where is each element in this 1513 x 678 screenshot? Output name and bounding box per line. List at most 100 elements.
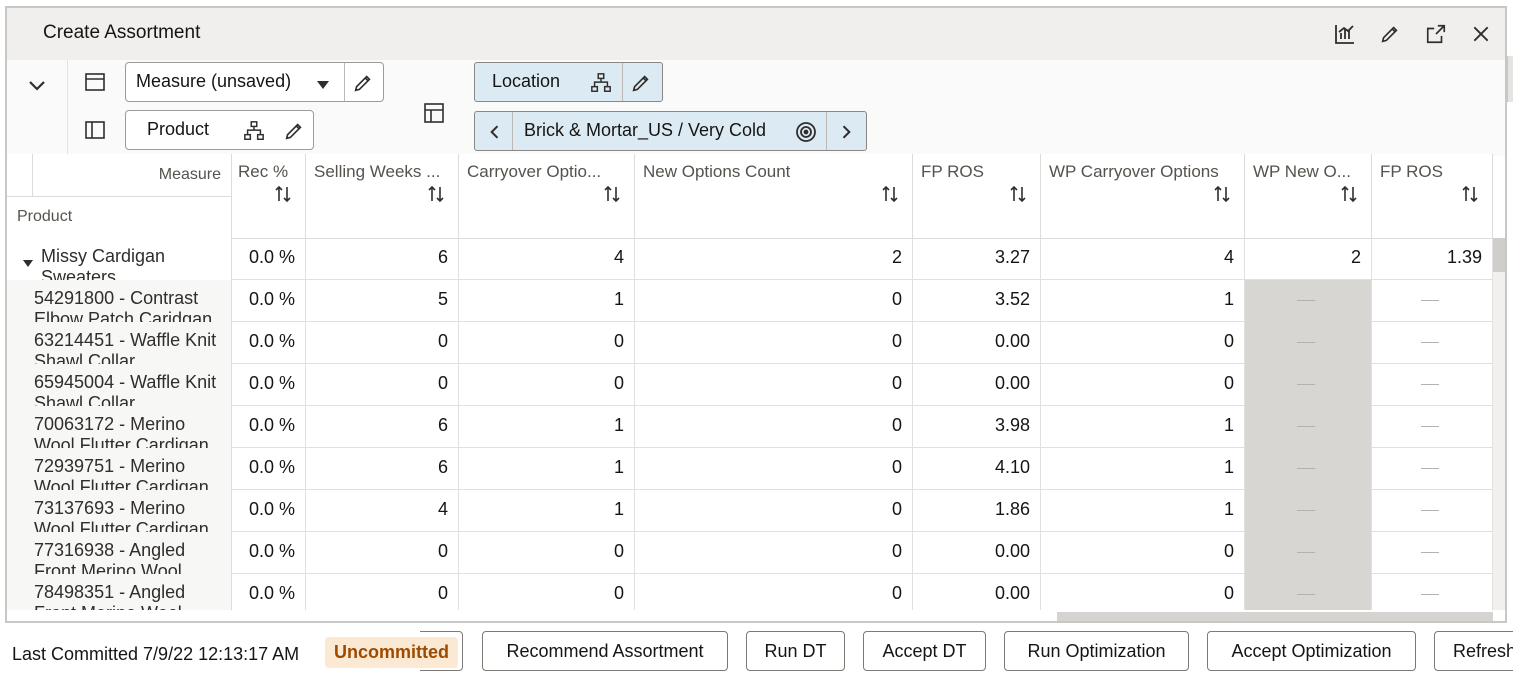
value-cell[interactable]: 0	[635, 448, 913, 490]
sort-icon[interactable]	[1212, 184, 1232, 204]
target-icon[interactable]	[794, 120, 818, 149]
table-row[interactable]: 72939751 - Merino Wool Flutter Cardigan 0…	[7, 448, 1493, 490]
run-optimization-button[interactable]: Run Optimization	[1004, 631, 1189, 671]
value-cell[interactable]: 0	[459, 322, 635, 364]
value-cell[interactable]: 0	[459, 574, 635, 610]
value-cell[interactable]: 6	[306, 238, 459, 280]
value-cell[interactable]: 2	[635, 238, 913, 280]
product-cell[interactable]: 78498351 - Angled Front Merino Wool	[7, 574, 232, 610]
caret-down-icon[interactable]	[316, 77, 330, 95]
horizontal-scrollbar[interactable]	[1057, 612, 1493, 621]
value-cell[interactable]: 0.00	[913, 532, 1041, 574]
table-row[interactable]: 73137693 - Merino Wool Flutter Cardigan 0…	[7, 490, 1493, 532]
value-cell[interactable]: 1	[1041, 406, 1245, 448]
edit-location-icon[interactable]	[630, 72, 652, 99]
sort-icon[interactable]	[880, 184, 900, 204]
sort-icon[interactable]	[273, 184, 293, 204]
hierarchy-icon[interactable]	[243, 120, 265, 147]
value-cell[interactable]	[1372, 406, 1493, 448]
sort-icon[interactable]	[426, 184, 446, 204]
close-icon[interactable]	[1468, 21, 1494, 47]
value-cell[interactable]: 0.0 %	[232, 364, 306, 406]
value-cell[interactable]	[1372, 448, 1493, 490]
table-row[interactable]: 77316938 - Angled Front Merino Wool 0.0 %…	[7, 532, 1493, 574]
value-cell[interactable]: 0.00	[913, 364, 1041, 406]
value-cell[interactable]: 0.0 %	[232, 574, 306, 610]
table-row[interactable]: 70063172 - Merino Wool Flutter Cardigan 0…	[7, 406, 1493, 448]
value-cell[interactable]: 0	[1041, 574, 1245, 610]
vertical-scrollbar[interactable]	[1493, 238, 1505, 610]
sort-icon[interactable]	[602, 184, 622, 204]
value-cell[interactable]	[1372, 532, 1493, 574]
value-cell[interactable]: 0	[306, 532, 459, 574]
value-cell[interactable]: 0.0 %	[232, 406, 306, 448]
value-cell[interactable]: 0.0 %	[232, 532, 306, 574]
value-cell[interactable]: 0	[306, 364, 459, 406]
value-cell[interactable]: 5	[306, 280, 459, 322]
run-dt-button[interactable]: Run DT	[746, 631, 845, 671]
value-cell[interactable]: 0.0 %	[232, 238, 306, 280]
value-cell[interactable]: 0	[459, 532, 635, 574]
value-cell[interactable]	[1372, 280, 1493, 322]
scrollbar-thumb[interactable]	[1493, 238, 1505, 272]
value-cell[interactable]	[1245, 280, 1372, 322]
value-cell[interactable]	[1245, 532, 1372, 574]
value-cell[interactable]: 0	[1041, 532, 1245, 574]
value-cell[interactable]: 1	[1041, 280, 1245, 322]
value-cell[interactable]	[1245, 490, 1372, 532]
value-cell[interactable]: 0.0 %	[232, 490, 306, 532]
chart-icon[interactable]	[1332, 21, 1358, 47]
value-cell[interactable]: 1	[459, 490, 635, 532]
value-cell[interactable]: 0	[635, 574, 913, 610]
value-cell[interactable]: 0	[635, 532, 913, 574]
value-cell[interactable]: 0	[459, 364, 635, 406]
table-row[interactable]: 63214451 - Waffle Knit Shawl Collar 0.0 %…	[7, 322, 1493, 364]
value-cell[interactable]: 1.86	[913, 490, 1041, 532]
table-row[interactable]: 54291800 - Contrast Elbow Patch Caridgan…	[7, 280, 1493, 322]
value-cell[interactable]: 0.00	[913, 574, 1041, 610]
expand-icon[interactable]	[1423, 21, 1449, 47]
product-cell[interactable]: 63214451 - Waffle Knit Shawl Collar	[7, 322, 232, 364]
value-cell[interactable]: 0.0 %	[232, 280, 306, 322]
columns-layout-icon[interactable]	[82, 117, 108, 143]
column-header-selling-weeks[interactable]: Selling Weeks ...	[306, 154, 459, 238]
sort-icon[interactable]	[1008, 184, 1028, 204]
chevron-left-icon[interactable]	[485, 122, 505, 147]
value-cell[interactable]: 1	[1041, 490, 1245, 532]
value-cell[interactable]	[1372, 364, 1493, 406]
value-cell[interactable]: 0.0 %	[232, 448, 306, 490]
accept-optimization-button[interactable]: Accept Optimization	[1207, 631, 1416, 671]
recommend-assortment-button[interactable]: Recommend Assortment	[482, 631, 728, 671]
table-row[interactable]: 78498351 - Angled Front Merino Wool 0.0 %…	[7, 574, 1493, 610]
value-cell[interactable]: 0.0 %	[232, 322, 306, 364]
value-cell[interactable]: 1.39	[1372, 238, 1493, 280]
value-cell[interactable]: 1	[459, 448, 635, 490]
location-selector[interactable]: Location	[474, 62, 663, 102]
value-cell[interactable]	[1245, 322, 1372, 364]
value-cell[interactable]: 0	[635, 490, 913, 532]
value-cell[interactable]: 3.52	[913, 280, 1041, 322]
value-cell[interactable]: 0	[306, 322, 459, 364]
value-cell[interactable]	[1372, 490, 1493, 532]
value-cell[interactable]: 1	[459, 406, 635, 448]
table-row[interactable]: Missy Cardigan Sweaters 0.0 % 6 4 2 3.27 4 2 1.3…	[7, 238, 1493, 280]
edit-measure-icon[interactable]	[352, 72, 374, 99]
side-panel-handle[interactable]	[1507, 56, 1513, 102]
value-cell[interactable]: 0	[635, 280, 913, 322]
value-cell[interactable]	[1245, 448, 1372, 490]
value-cell[interactable]: 4	[306, 490, 459, 532]
value-cell[interactable]: 1	[459, 280, 635, 322]
product-cell[interactable]: 77316938 - Angled Front Merino Wool	[7, 532, 232, 574]
pivot-layout-icon[interactable]	[421, 100, 447, 126]
value-cell[interactable]: 4.10	[913, 448, 1041, 490]
chevron-down-icon[interactable]	[25, 73, 49, 97]
chevron-right-icon[interactable]	[836, 122, 856, 147]
table-row[interactable]: 65945004 - Waffle Knit Shawl Collar 0.0 %…	[7, 364, 1493, 406]
edit-icon[interactable]	[1377, 21, 1403, 47]
value-cell[interactable]: 0	[1041, 364, 1245, 406]
product-selector[interactable]: Product	[125, 110, 314, 150]
value-cell[interactable]: 0	[635, 406, 913, 448]
value-cell[interactable]	[1245, 364, 1372, 406]
value-cell[interactable]: 6	[306, 406, 459, 448]
value-cell[interactable]	[1245, 574, 1372, 610]
